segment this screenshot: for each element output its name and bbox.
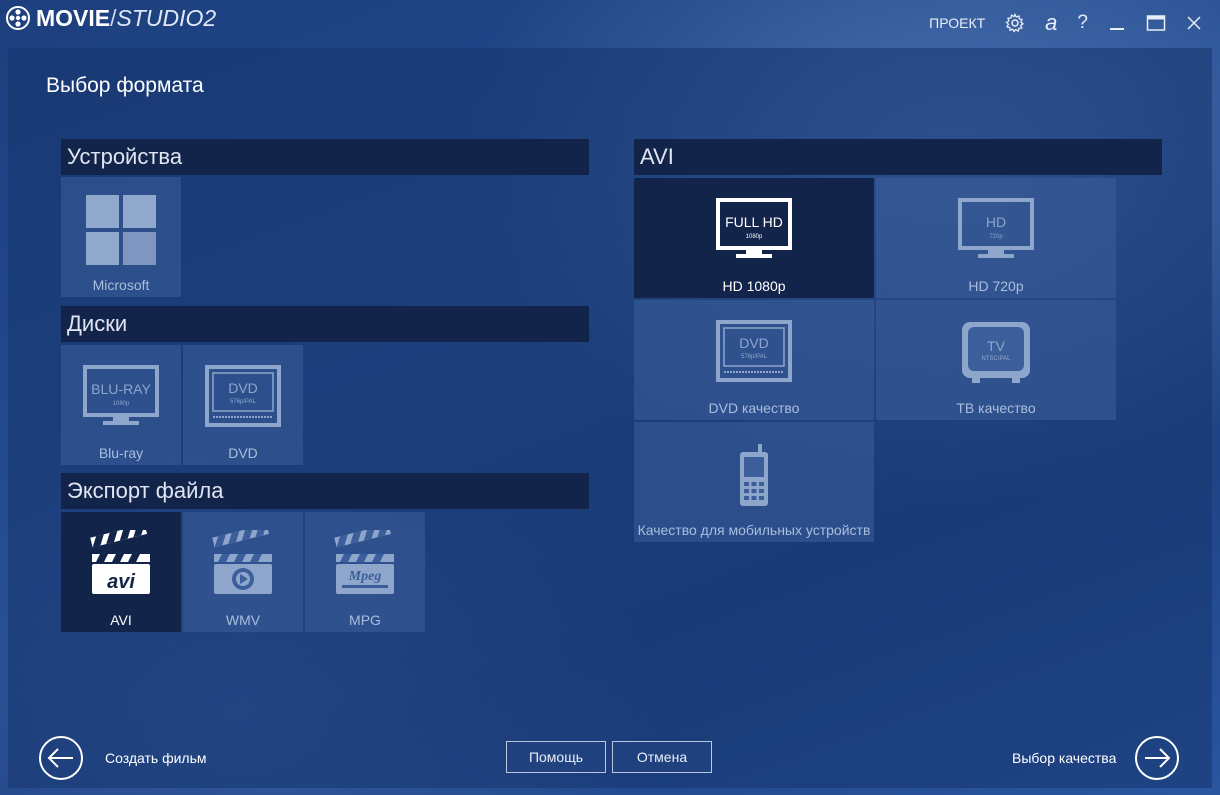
cancel-button[interactable]: Отмена	[612, 741, 712, 773]
bluray-screen-text: BLU-RAY	[91, 381, 151, 397]
clapperboard-avi-icon: avi	[90, 530, 150, 594]
arrow-right-icon	[1145, 748, 1171, 768]
tv-screen-text: TV	[987, 338, 1006, 354]
clapperboard-mpeg-icon: Mpeg	[334, 530, 394, 594]
font-button[interactable]: a	[1045, 10, 1057, 36]
tile-label: Blu-ray	[98, 445, 144, 461]
section-header-export: Экспорт файла	[61, 473, 589, 509]
tile-label: ТВ качество	[956, 400, 1036, 416]
help-icon: ?	[1077, 12, 1088, 33]
app-logo: MOVIE/STUDIO2	[6, 5, 216, 31]
monitor-hd-icon: HD 720p	[958, 198, 1034, 258]
tile-label: WMV	[225, 612, 261, 628]
help-button-top[interactable]: ?	[1077, 10, 1088, 36]
minimize-button[interactable]	[1108, 10, 1126, 36]
windows-logo-icon	[86, 195, 156, 265]
next-label[interactable]: Выбор качества	[1012, 750, 1116, 766]
svg-text:Mpeg: Mpeg	[348, 569, 382, 584]
hd-screen-text: HD	[986, 214, 1006, 230]
mobile-phone-icon	[740, 444, 768, 506]
page-title: Выбор формата	[46, 74, 204, 97]
tile-wmv[interactable]: WMV	[183, 512, 303, 632]
arrow-left-icon	[47, 748, 73, 768]
section-header-devices: Устройства	[61, 139, 589, 175]
help-button[interactable]: Помощь	[506, 741, 606, 773]
tile-hd-720p[interactable]: HD 720p HD 720p	[876, 178, 1116, 298]
project-menu-button[interactable]: ПРОЕКТ	[929, 10, 985, 36]
film-reel-icon	[6, 6, 30, 30]
tile-mpg[interactable]: Mpeg MPG	[305, 512, 425, 632]
tv-dvd-icon: DVD 576p/PAL	[716, 320, 792, 382]
font-icon: a	[1045, 10, 1058, 35]
tile-label: DVD	[228, 445, 258, 461]
full-hd-screen-sub: 1080p	[746, 234, 763, 240]
next-button[interactable]	[1135, 736, 1179, 780]
tile-label: HD 1080p	[722, 278, 786, 294]
app-name: MOVIE/STUDIO2	[36, 5, 217, 31]
monitor-full-hd-icon: FULL HD 1080p	[716, 198, 792, 258]
tile-label: Качество для мобильных устройств	[637, 522, 871, 538]
tile-hd-1080p[interactable]: FULL HD 1080p HD 1080p	[634, 178, 874, 298]
logo-bold-text: MOVIE	[36, 5, 111, 31]
tile-avi[interactable]: avi AVI	[61, 512, 181, 632]
tv-icon: TV NTSC/PAL	[962, 322, 1030, 383]
tile-label: AVI	[110, 612, 132, 628]
minimize-icon	[1110, 28, 1124, 30]
maximize-button[interactable]	[1146, 10, 1166, 36]
dvd-q-screen-sub: 576p/PAL	[741, 354, 768, 360]
monitor-icon: BLU-RAY 1080p	[83, 365, 159, 425]
tile-bluray[interactable]: BLU-RAY 1080p Blu-ray	[61, 345, 181, 465]
tile-dvd-quality[interactable]: DVD 576p/PAL DVD качество	[634, 300, 874, 420]
logo-light-text: STUDIO2	[116, 5, 217, 31]
full-hd-screen-text: FULL HD	[725, 214, 783, 230]
tile-label: DVD качество	[708, 400, 800, 416]
tile-label: Microsoft	[92, 277, 150, 293]
tile-tv-quality[interactable]: TV NTSC/PAL ТВ качество	[876, 300, 1116, 420]
tile-dvd-disc[interactable]: DVD 576p/PAL DVD	[183, 345, 303, 465]
dvd-screen-sub: 576p/PAL	[230, 399, 257, 405]
section-header-avi: AVI	[634, 139, 1162, 175]
title-bar: MOVIE/STUDIO2 ПРОЕКТ a ?	[0, 0, 1220, 48]
close-button[interactable]	[1186, 10, 1202, 36]
hd-screen-sub: 720p	[989, 234, 1003, 240]
svg-text:avi: avi	[107, 571, 135, 593]
back-label[interactable]: Создать фильм	[105, 750, 207, 766]
bluray-screen-sub: 1080p	[113, 401, 130, 407]
tile-microsoft[interactable]: Microsoft	[61, 177, 181, 297]
clapperboard-wmv-icon	[212, 530, 272, 594]
tv-screen-sub: NTSC/PAL	[982, 356, 1012, 362]
close-icon	[1187, 16, 1201, 30]
tile-label: HD 720p	[968, 278, 1024, 294]
title-controls: ПРОЕКТ a ?	[929, 10, 1202, 36]
dvd-q-screen-text: DVD	[739, 335, 769, 351]
dvd-screen-text: DVD	[228, 380, 258, 396]
back-button[interactable]	[39, 736, 83, 780]
tile-label: MPG	[349, 612, 381, 628]
tile-mobile-quality[interactable]: Качество для мобильных устройств	[634, 422, 874, 542]
maximize-icon	[1146, 15, 1166, 31]
settings-button[interactable]	[1005, 10, 1025, 36]
tv-dvd-icon: DVD 576p/PAL	[205, 365, 281, 427]
section-header-discs: Диски	[61, 306, 589, 342]
gear-icon	[1005, 13, 1025, 33]
